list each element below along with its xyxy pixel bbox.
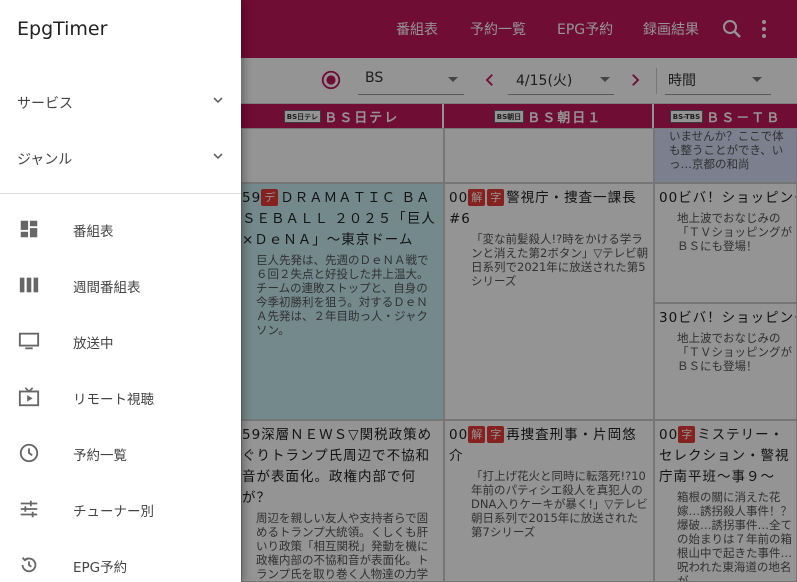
- drawer-item-weekly[interactable]: 週間番組表: [0, 266, 241, 306]
- drawer-item-label: チューナー別: [73, 504, 154, 520]
- drawer-item-label: 番組表: [73, 224, 114, 240]
- weekly-columns-icon: [19, 277, 39, 293]
- drawer-item-epg-grid[interactable]: 番組表: [0, 210, 241, 250]
- drawer-item-tuner[interactable]: チューナー別: [0, 490, 241, 530]
- app-title: EpgTimer: [17, 18, 108, 40]
- drawer-item-label: 予約一覧: [73, 448, 127, 464]
- navigation-drawer: EpgTimer サービス ジャンル 番組表 週間番組表 放送中 リモート視聴 …: [0, 0, 241, 582]
- chevron-down-icon: [213, 153, 223, 160]
- drawer-item-label: 週間番組表: [73, 280, 141, 296]
- drawer-item-reservations[interactable]: 予約一覧: [0, 434, 241, 474]
- drawer-item-label: リモート視聴: [73, 392, 154, 408]
- chevron-down-icon: [213, 97, 223, 104]
- tune-icon: [20, 500, 38, 518]
- clock-icon: [19, 443, 39, 463]
- drawer-item-epg-reserve[interactable]: EPG予約: [0, 546, 241, 582]
- expander-label: サービス: [17, 96, 73, 112]
- expander-service[interactable]: サービス: [17, 93, 224, 113]
- grid-icon: [20, 220, 38, 238]
- remote-play-icon: [18, 387, 40, 407]
- expander-label: ジャンル: [17, 152, 73, 168]
- drawer-item-label: 放送中: [73, 336, 114, 352]
- drawer-divider: [0, 193, 241, 194]
- drawer-item-label: EPG予約: [73, 560, 128, 576]
- tv-icon: [18, 332, 40, 350]
- drawer-item-onair[interactable]: 放送中: [0, 322, 241, 362]
- expander-genre[interactable]: ジャンル: [17, 149, 224, 169]
- drawer-item-remote[interactable]: リモート視聴: [0, 378, 241, 418]
- history-icon: [21, 557, 37, 573]
